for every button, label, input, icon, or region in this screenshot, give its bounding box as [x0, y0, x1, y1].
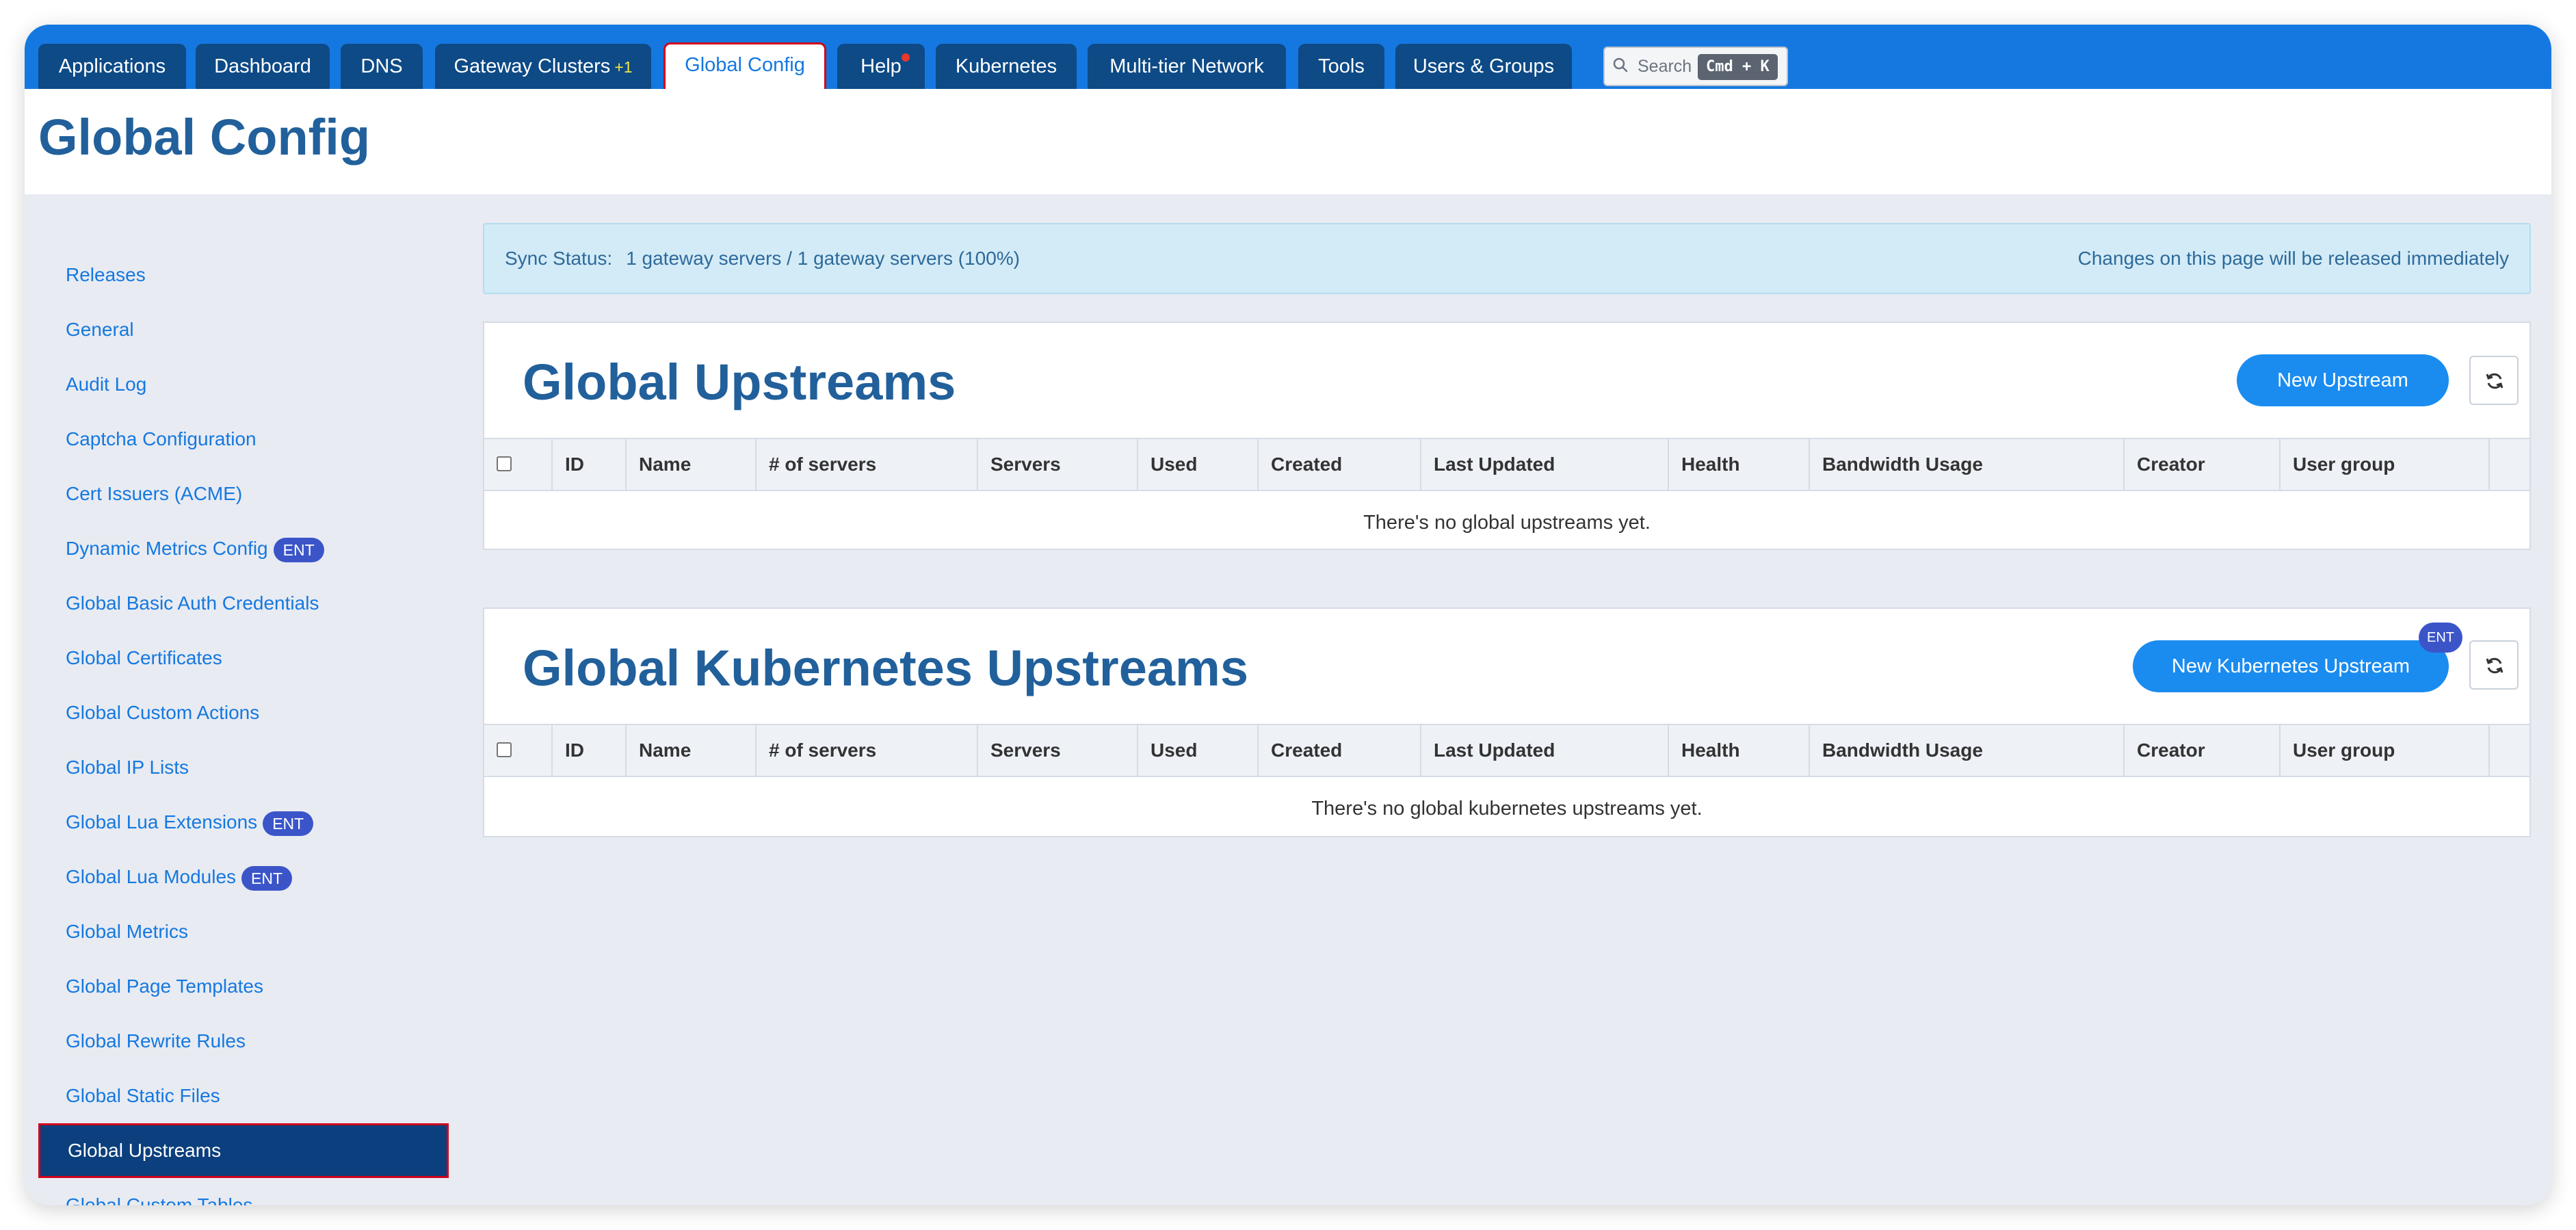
ent-badge: ENT [273, 537, 324, 562]
col-num-servers: # of servers [757, 725, 978, 776]
tab-kubernetes[interactable]: Kubernetes [936, 44, 1077, 89]
col-last-updated: Last Updated [1421, 725, 1669, 776]
sidebar-item-global-basic-auth[interactable]: Global Basic Auth Credentials [38, 576, 449, 631]
col-creator: Creator [2125, 725, 2281, 776]
sync-status-bar: Sync Status: 1 gateway servers / 1 gatewa… [483, 223, 2531, 294]
tab-dns[interactable]: DNS [341, 44, 423, 89]
sidebar-item-dynamic-metrics-config[interactable]: Dynamic Metrics Config ENT [38, 521, 449, 576]
sidebar-item-audit-log[interactable]: Audit Log [38, 357, 449, 412]
sidebar-item-global-custom-actions[interactable]: Global Custom Actions [38, 685, 449, 740]
tab-applications[interactable]: Applications [38, 44, 186, 89]
col-bandwidth-usage: Bandwidth Usage [1810, 439, 2125, 490]
tab-global-config[interactable]: Global Config [663, 42, 826, 92]
gateway-clusters-count: +1 [614, 58, 633, 76]
select-all-checkbox[interactable] [497, 456, 512, 471]
sidebar-item-global-lua-extensions[interactable]: Global Lua Extensions ENT [38, 795, 449, 850]
select-all-header [484, 725, 553, 776]
col-health: Health [1669, 439, 1810, 490]
app-window: Applications Dashboard DNS Gateway Clust… [25, 25, 2551, 1205]
sidebar-item-cert-issuers[interactable]: Cert Issuers (ACME) [38, 467, 449, 521]
select-all-checkbox[interactable] [497, 742, 512, 757]
tab-tools[interactable]: Tools [1298, 44, 1384, 89]
sidebar-item-global-rewrite-rules[interactable]: Global Rewrite Rules [38, 1014, 449, 1069]
refresh-button[interactable] [2469, 640, 2519, 690]
sidebar-item-global-static-files[interactable]: Global Static Files [38, 1069, 449, 1123]
empty-state: There's no global kubernetes upstreams y… [1311, 798, 1703, 820]
col-creator: Creator [2125, 439, 2281, 490]
refresh-icon [2486, 657, 2503, 674]
tab-users-groups[interactable]: Users & Groups [1395, 44, 1572, 89]
global-upstreams-panel: Global Upstreams New Upstream ID Name # … [483, 322, 2531, 550]
col-created: Created [1259, 439, 1421, 490]
empty-state: There's no global upstreams yet. [1363, 512, 1651, 534]
sidebar-item-releases[interactable]: Releases [38, 248, 449, 302]
col-bandwidth-usage: Bandwidth Usage [1810, 725, 2125, 776]
sidebar-item-global-page-templates[interactable]: Global Page Templates [38, 959, 449, 1014]
help-notification-dot [902, 53, 910, 62]
col-num-servers: # of servers [757, 439, 978, 490]
sidebar: Releases General Audit Log Captcha Confi… [25, 194, 462, 1205]
col-name: Name [627, 725, 757, 776]
col-servers: Servers [978, 725, 1138, 776]
top-nav: Applications Dashboard DNS Gateway Clust… [25, 25, 2551, 92]
new-upstream-button[interactable]: New Upstream [2237, 354, 2449, 406]
ent-badge: ENT [241, 865, 293, 891]
search-icon [1613, 57, 1628, 73]
sidebar-item-global-certificates[interactable]: Global Certificates [38, 631, 449, 685]
col-id: ID [553, 439, 627, 490]
select-all-header [484, 439, 553, 490]
col-id: ID [553, 725, 627, 776]
col-used: Used [1138, 725, 1259, 776]
table-header: ID Name # of servers Servers Used Create… [484, 724, 2529, 777]
global-kubernetes-upstreams-panel: Global Kubernetes Upstreams New Kubernet… [483, 607, 2531, 837]
tab-dashboard[interactable]: Dashboard [196, 44, 330, 89]
search-shortcut: Cmd + K [1698, 54, 1778, 80]
sidebar-item-general[interactable]: General [38, 302, 449, 357]
refresh-icon [2486, 373, 2503, 389]
sidebar-item-global-metrics[interactable]: Global Metrics [38, 904, 449, 959]
col-servers: Servers [978, 439, 1138, 490]
release-note: Changes on this page will be released im… [2077, 248, 2509, 269]
search-box[interactable]: Search Cmd + K [1603, 47, 1788, 86]
refresh-button[interactable] [2469, 356, 2519, 405]
col-name: Name [627, 439, 757, 490]
section-title: Global Kubernetes Upstreams [523, 640, 1248, 696]
new-kubernetes-upstream-button[interactable]: New Kubernetes Upstream [2133, 640, 2449, 692]
col-user-group: User group [2281, 725, 2490, 776]
sidebar-item-global-lua-modules[interactable]: Global Lua Modules ENT [38, 850, 449, 904]
title-bar: Global Config [25, 89, 2551, 194]
col-health: Health [1669, 725, 1810, 776]
sidebar-item-captcha-configuration[interactable]: Captcha Configuration [38, 412, 449, 467]
search-label: Search [1638, 57, 1692, 76]
ent-badge: ENT [263, 811, 314, 836]
sidebar-item-global-ip-lists[interactable]: Global IP Lists [38, 740, 449, 795]
page-title: Global Config [38, 109, 371, 166]
tab-help[interactable]: Help [837, 44, 925, 89]
sync-status-label: Sync Status: [505, 248, 613, 269]
sidebar-item-global-upstreams[interactable]: Global Upstreams [38, 1123, 449, 1178]
tab-gateway-clusters[interactable]: Gateway Clusters +1 [435, 44, 651, 89]
table-header: ID Name # of servers Servers Used Create… [484, 438, 2529, 491]
sidebar-item-global-custom-tables[interactable]: Global Custom Tables [38, 1178, 449, 1205]
col-last-updated: Last Updated [1421, 439, 1669, 490]
col-user-group: User group [2281, 439, 2490, 490]
col-created: Created [1259, 725, 1421, 776]
section-title: Global Upstreams [523, 354, 956, 410]
sync-status-value: 1 gateway servers / 1 gateway servers (1… [626, 248, 1020, 269]
tab-multi-tier-network[interactable]: Multi-tier Network [1088, 44, 1286, 89]
col-used: Used [1138, 439, 1259, 490]
ent-badge: ENT [2419, 623, 2462, 653]
